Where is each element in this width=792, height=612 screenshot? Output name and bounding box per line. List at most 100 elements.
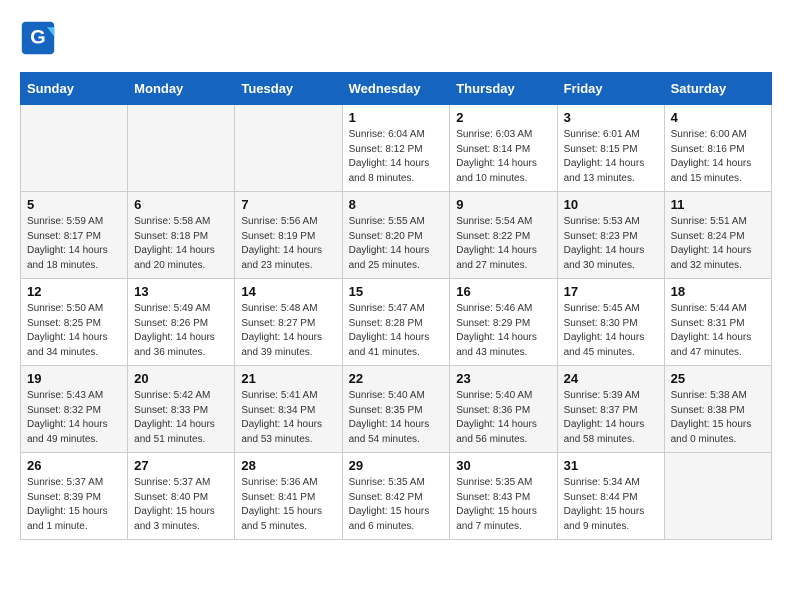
- day-info: Sunrise: 5:55 AM Sunset: 8:20 PM Dayligh…: [349, 215, 444, 273]
- calendar-cell: 20 Sunrise: 5:42 AM Sunset: 8:33 PM Dayli…: [128, 366, 235, 453]
- day-number: 26: [27, 458, 121, 473]
- day-number: 11: [671, 197, 765, 212]
- calendar-cell: 6 Sunrise: 5:58 AM Sunset: 8:18 PM Daylig…: [128, 192, 235, 279]
- day-info: Sunrise: 5:51 AM Sunset: 8:24 PM Dayligh…: [671, 215, 765, 273]
- day-number: 15: [349, 284, 444, 299]
- day-info: Sunrise: 5:39 AM Sunset: 8:37 PM Dayligh…: [564, 389, 658, 447]
- calendar-cell: 14Sunrise: 5:48 AM Sunset: 8:27 PM Dayli…: [235, 279, 342, 366]
- day-info: Sunrise: 5:36 AM Sunset: 8:41 PM Dayligh…: [241, 476, 335, 534]
- day-number: 25: [671, 371, 765, 386]
- calendar-cell: 8 Sunrise: 5:55 AM Sunset: 8:20 PM Daylig…: [342, 192, 450, 279]
- day-info: Sunrise: 6:00 AM Sunset: 8:16 PM Dayligh…: [671, 128, 765, 186]
- weekday-header-friday: Friday: [557, 73, 664, 105]
- day-info: Sunrise: 6:03 AM Sunset: 8:14 PM Dayligh…: [456, 128, 550, 186]
- calendar-cell: 16 Sunrise: 5:46 AM Sunset: 8:29 PM Dayli…: [450, 279, 557, 366]
- weekday-header-wednesday: Wednesday: [342, 73, 450, 105]
- day-info: Sunrise: 5:35 AM Sunset: 8:43 PM Dayligh…: [456, 476, 550, 534]
- calendar-table: SundayMondayTuesdayWednesdayThursdayFrid…: [20, 72, 772, 540]
- calendar-cell: 3 Sunrise: 6:01 AM Sunset: 8:15 PM Daylig…: [557, 105, 664, 192]
- calendar-cell: 2 Sunrise: 6:03 AM Sunset: 8:14 PM Daylig…: [450, 105, 557, 192]
- day-number: 10: [564, 197, 658, 212]
- day-info: Sunrise: 5:58 AM Sunset: 8:18 PM Dayligh…: [134, 215, 228, 273]
- day-number: 28: [241, 458, 335, 473]
- day-number: 27: [134, 458, 228, 473]
- weekday-header-monday: Monday: [128, 73, 235, 105]
- day-number: 31: [564, 458, 658, 473]
- day-info: Sunrise: 5:47 AM Sunset: 8:28 PM Dayligh…: [349, 302, 444, 360]
- day-info: Sunrise: 5:41 AM Sunset: 8:34 PM Dayligh…: [241, 389, 335, 447]
- calendar-cell: 24 Sunrise: 5:39 AM Sunset: 8:37 PM Dayli…: [557, 366, 664, 453]
- calendar-cell: 25 Sunrise: 5:38 AM Sunset: 8:38 PM Dayli…: [664, 366, 771, 453]
- calendar-cell: [21, 105, 128, 192]
- day-number: 16: [456, 284, 550, 299]
- day-number: 24: [564, 371, 658, 386]
- calendar-cell: [664, 453, 771, 540]
- calendar-cell: 1 Sunrise: 6:04 AM Sunset: 8:12 PM Daylig…: [342, 105, 450, 192]
- day-number: 5: [27, 197, 121, 212]
- calendar-cell: 10 Sunrise: 5:53 AM Sunset: 8:23 PM Dayli…: [557, 192, 664, 279]
- day-number: 2: [456, 110, 550, 125]
- day-info: Sunrise: 5:53 AM Sunset: 8:23 PM Dayligh…: [564, 215, 658, 273]
- day-number: 6: [134, 197, 228, 212]
- day-number: 19: [27, 371, 121, 386]
- day-info: Sunrise: 6:01 AM Sunset: 8:15 PM Dayligh…: [564, 128, 658, 186]
- day-number: 29: [349, 458, 444, 473]
- day-info: Sunrise: 5:34 AM Sunset: 8:44 PM Dayligh…: [564, 476, 658, 534]
- day-info: Sunrise: 5:40 AM Sunset: 8:36 PM Dayligh…: [456, 389, 550, 447]
- day-info: Sunrise: 6:04 AM Sunset: 8:12 PM Dayligh…: [349, 128, 444, 186]
- calendar-cell: 26 Sunrise: 5:37 AM Sunset: 8:39 PM Dayli…: [21, 453, 128, 540]
- day-number: 1: [349, 110, 444, 125]
- calendar-cell: 9 Sunrise: 5:54 AM Sunset: 8:22 PM Daylig…: [450, 192, 557, 279]
- calendar-cell: 13 Sunrise: 5:49 AM Sunset: 8:26 PM Dayli…: [128, 279, 235, 366]
- day-number: 7: [241, 197, 335, 212]
- calendar-cell: 4Sunrise: 6:00 AM Sunset: 8:16 PM Daylig…: [664, 105, 771, 192]
- page-header: G: [20, 20, 772, 56]
- calendar-cell: 15 Sunrise: 5:47 AM Sunset: 8:28 PM Dayli…: [342, 279, 450, 366]
- day-info: Sunrise: 5:43 AM Sunset: 8:32 PM Dayligh…: [27, 389, 121, 447]
- weekday-header-tuesday: Tuesday: [235, 73, 342, 105]
- calendar-cell: 28 Sunrise: 5:36 AM Sunset: 8:41 PM Dayli…: [235, 453, 342, 540]
- calendar-cell: 27 Sunrise: 5:37 AM Sunset: 8:40 PM Dayli…: [128, 453, 235, 540]
- calendar-cell: 29Sunrise: 5:35 AM Sunset: 8:42 PM Dayli…: [342, 453, 450, 540]
- day-number: 8: [349, 197, 444, 212]
- day-info: Sunrise: 5:46 AM Sunset: 8:29 PM Dayligh…: [456, 302, 550, 360]
- calendar-cell: 12 Sunrise: 5:50 AM Sunset: 8:25 PM Dayli…: [21, 279, 128, 366]
- day-number: 12: [27, 284, 121, 299]
- calendar-cell: 7 Sunrise: 5:56 AM Sunset: 8:19 PM Daylig…: [235, 192, 342, 279]
- calendar-cell: 5 Sunrise: 5:59 AM Sunset: 8:17 PM Daylig…: [21, 192, 128, 279]
- calendar-cell: 21 Sunrise: 5:41 AM Sunset: 8:34 PM Dayli…: [235, 366, 342, 453]
- day-info: Sunrise: 5:37 AM Sunset: 8:39 PM Dayligh…: [27, 476, 121, 534]
- weekday-header-saturday: Saturday: [664, 73, 771, 105]
- calendar-week-row: 19 Sunrise: 5:43 AM Sunset: 8:32 PM Dayli…: [21, 366, 772, 453]
- weekday-header-row: SundayMondayTuesdayWednesdayThursdayFrid…: [21, 73, 772, 105]
- day-info: Sunrise: 5:40 AM Sunset: 8:35 PM Dayligh…: [349, 389, 444, 447]
- day-number: 14: [241, 284, 335, 299]
- calendar-cell: 19 Sunrise: 5:43 AM Sunset: 8:32 PM Dayli…: [21, 366, 128, 453]
- day-number: 30: [456, 458, 550, 473]
- day-number: 21: [241, 371, 335, 386]
- calendar-cell: 22 Sunrise: 5:40 AM Sunset: 8:35 PM Dayli…: [342, 366, 450, 453]
- calendar-cell: 11 Sunrise: 5:51 AM Sunset: 8:24 PM Dayli…: [664, 192, 771, 279]
- day-number: 13: [134, 284, 228, 299]
- day-info: Sunrise: 5:49 AM Sunset: 8:26 PM Dayligh…: [134, 302, 228, 360]
- day-number: 20: [134, 371, 228, 386]
- day-info: Sunrise: 5:44 AM Sunset: 8:31 PM Dayligh…: [671, 302, 765, 360]
- day-number: 9: [456, 197, 550, 212]
- weekday-header-thursday: Thursday: [450, 73, 557, 105]
- day-info: Sunrise: 5:54 AM Sunset: 8:22 PM Dayligh…: [456, 215, 550, 273]
- day-info: Sunrise: 5:50 AM Sunset: 8:25 PM Dayligh…: [27, 302, 121, 360]
- day-number: 3: [564, 110, 658, 125]
- day-info: Sunrise: 5:38 AM Sunset: 8:38 PM Dayligh…: [671, 389, 765, 447]
- day-info: Sunrise: 5:42 AM Sunset: 8:33 PM Dayligh…: [134, 389, 228, 447]
- day-info: Sunrise: 5:59 AM Sunset: 8:17 PM Dayligh…: [27, 215, 121, 273]
- day-info: Sunrise: 5:56 AM Sunset: 8:19 PM Dayligh…: [241, 215, 335, 273]
- calendar-cell: 23Sunrise: 5:40 AM Sunset: 8:36 PM Dayli…: [450, 366, 557, 453]
- day-info: Sunrise: 5:45 AM Sunset: 8:30 PM Dayligh…: [564, 302, 658, 360]
- day-info: Sunrise: 5:37 AM Sunset: 8:40 PM Dayligh…: [134, 476, 228, 534]
- calendar-cell: [235, 105, 342, 192]
- calendar-cell: 18Sunrise: 5:44 AM Sunset: 8:31 PM Dayli…: [664, 279, 771, 366]
- calendar-cell: 17Sunrise: 5:45 AM Sunset: 8:30 PM Dayli…: [557, 279, 664, 366]
- day-number: 22: [349, 371, 444, 386]
- calendar-week-row: 1 Sunrise: 6:04 AM Sunset: 8:12 PM Daylig…: [21, 105, 772, 192]
- calendar-week-row: 12 Sunrise: 5:50 AM Sunset: 8:25 PM Dayli…: [21, 279, 772, 366]
